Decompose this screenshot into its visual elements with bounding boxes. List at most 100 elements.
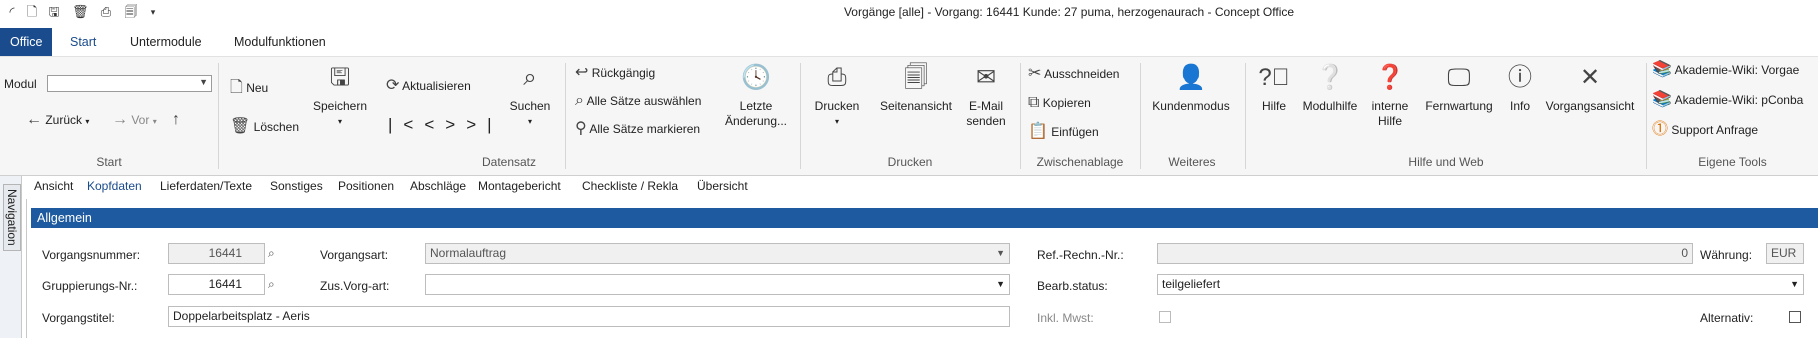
zusvorgart-select[interactable]: ▼ (425, 274, 1010, 295)
modul-select[interactable]: ▼ (47, 75, 212, 92)
paste-button[interactable]: 📋 Einfügen (1028, 123, 1099, 141)
tab-uebersicht[interactable]: Übersicht (697, 179, 748, 193)
info-label: Info (1509, 99, 1530, 113)
title-bar: ◜ 🗋 🖫 🗑 ⎙ 🗐 ▾ Vorgänge [alle] - Vorgang:… (0, 0, 1818, 24)
tab-sonstiges[interactable]: Sonstiges (270, 179, 323, 193)
ribbon-separator (218, 63, 219, 169)
tab-kopfdaten[interactable]: Kopfdaten (87, 179, 142, 193)
navigation-toggle[interactable]: Navigation (3, 184, 21, 251)
up-button[interactable]: ↑ (172, 111, 180, 129)
gruppierung-field[interactable]: 16441 (168, 274, 265, 295)
tab-start[interactable]: Start (60, 28, 106, 56)
refresh-button[interactable]: ⟳ Aktualisieren (386, 77, 471, 95)
arrow-right-icon: → (112, 111, 128, 128)
tab-untermodule[interactable]: Untermodule (120, 28, 212, 56)
books-icon: 📚 (1652, 91, 1672, 108)
bearbstatus-select[interactable]: teilgeliefert ▼ (1157, 274, 1804, 295)
clipboard-icon: 📋 (1028, 123, 1048, 140)
zusvorgart-label: Zus.Vorg-art: (320, 279, 390, 293)
vorgangsnummer-field[interactable]: 16441 (168, 243, 265, 264)
internal-help-button[interactable]: ❓ interne Hilfe (1364, 63, 1416, 129)
remote-button[interactable]: 🖵 Fernwartung (1416, 63, 1502, 114)
print-label: Drucken (814, 99, 860, 113)
support-button[interactable]: ⓵ Support Anfrage (1652, 121, 1758, 139)
chevron-down-icon: ▾ (152, 117, 157, 126)
wiki1-button[interactable]: 📚 Akademie-Wiki: Vorgae (1652, 61, 1799, 79)
wiki2-button[interactable]: 📚 Akademie-Wiki: pConba (1652, 91, 1803, 109)
tab-montagebericht[interactable]: Montagebericht (478, 179, 561, 193)
wiki2-label: Akademie-Wiki: pConba (1674, 93, 1804, 107)
chevron-down-icon: ▼ (199, 77, 208, 87)
tab-ansicht[interactable]: Ansicht (34, 179, 73, 193)
tab-positionen[interactable]: Positionen (338, 179, 394, 193)
module-help-button[interactable]: ❔ Modulhilfe (1296, 63, 1364, 114)
tab-lieferdaten[interactable]: Lieferdaten/Texte (160, 179, 252, 193)
search-button[interactable]: ⌕ Suchen ▾ (500, 63, 560, 129)
info-button[interactable]: ⓘ Info (1500, 63, 1540, 114)
monitor-icon: 🖵 (1447, 64, 1471, 91)
next-record-icon[interactable]: > (445, 115, 466, 134)
vorgangsart-select[interactable]: Normalauftrag ▼ (425, 243, 1010, 264)
tab-office[interactable]: Office (0, 28, 52, 56)
document-clock-icon: 🕓 (741, 64, 771, 91)
tab-modulfunktionen[interactable]: Modulfunktionen (224, 28, 336, 56)
help-document-icon: ❓ (1375, 64, 1405, 91)
new-button[interactable]: 🗋 Neu (230, 79, 268, 97)
undo-button[interactable]: ↩ Rückgängig (575, 64, 655, 82)
binoculars-icon[interactable]: ⌕ (268, 246, 275, 261)
alternativ-label: Alternativ: (1700, 311, 1754, 325)
gruppierung-label: Gruppierungs-Nr.: (42, 279, 138, 293)
alternativ-checkbox[interactable] (1789, 311, 1801, 323)
email-button[interactable]: ✉ E-Mail senden (956, 63, 1016, 129)
books-icon: 📚 (1652, 61, 1672, 78)
cut-button[interactable]: ✂ Ausschneiden (1028, 65, 1119, 83)
mark-all-button[interactable]: ⚲ Alle Sätze markieren (575, 120, 700, 138)
group-label-datensatz: Datensatz (481, 155, 537, 169)
save-button[interactable]: 🖫 Speichern ▾ (310, 63, 370, 129)
refrechn-field[interactable]: 0 (1157, 243, 1693, 264)
refrechn-label: Ref.-Rechn.-Nr.: (1037, 248, 1124, 262)
vorgangstitel-field[interactable]: Doppelarbeitsplatz - Aeris (168, 306, 1010, 327)
ribbon-separator (1020, 63, 1021, 169)
last-changes-button[interactable]: 🕓 Letzte Änderung... (722, 63, 790, 129)
bearbstatus-value: teilgeliefert (1162, 277, 1221, 291)
window-title: Vorgänge [alle] - Vorgang: 16441 Kunde: … (843, 5, 1295, 19)
ribbon-separator (1646, 63, 1647, 169)
save-label: Speichern (312, 99, 368, 113)
arrow-up-icon: ↑ (172, 111, 180, 128)
section-header-allgemein[interactable]: Allgemein (31, 208, 1818, 228)
binoculars-icon[interactable]: ⌕ (268, 277, 275, 292)
tab-checkliste[interactable]: Checkliste / Rekla (582, 179, 678, 193)
question-circle-icon: ?⃝ (1258, 64, 1290, 91)
select-all-button[interactable]: ⌕ Alle Sätze auswählen (575, 92, 701, 110)
print-button[interactable]: ⎙ Drucken ▾ (808, 63, 866, 129)
tab-abschlaege[interactable]: Abschläge (410, 179, 466, 193)
help-button[interactable]: ?⃝ Hilfe (1252, 63, 1296, 114)
module-help-label: Modulhilfe (1302, 99, 1358, 113)
chevron-down-icon: ▾ (527, 117, 532, 126)
printer-icon: ⎙ (827, 64, 847, 91)
trash-icon: 🗑 (230, 118, 251, 135)
delete-button[interactable]: 🗑 Löschen (230, 118, 299, 136)
arrows-icon: ✕ (1579, 64, 1601, 91)
help-window-icon: ❔ (1315, 64, 1345, 91)
select-all-label: Alle Sätze auswählen (586, 94, 702, 108)
first-record-icon[interactable]: |< (388, 115, 424, 134)
back-button[interactable]: ← Zurück ▾ (26, 111, 89, 129)
copy-button[interactable]: ⧉ Kopieren (1028, 94, 1091, 112)
process-view-button[interactable]: ✕ Vorgangsansicht (1540, 63, 1640, 114)
envelope-icon: ✉ (975, 64, 997, 91)
last-record-icon[interactable]: >| (466, 115, 502, 134)
inklmwst-checkbox[interactable] (1159, 311, 1171, 323)
customer-mode-button[interactable]: 👤 Kundenmodus (1146, 63, 1236, 114)
mark-all-label: Alle Sätze markieren (589, 122, 701, 136)
forward-button[interactable]: → Vor ▾ (112, 111, 157, 129)
ribbon-separator (1245, 63, 1246, 169)
preview-label: Seitenansicht (879, 99, 953, 113)
page-magnifier-icon: 🗐 (904, 64, 928, 91)
prev-record-icon[interactable]: < (424, 115, 445, 134)
ribbon-separator (800, 63, 801, 169)
group-label-drucken: Drucken (887, 155, 933, 169)
waehrung-field[interactable]: EUR (1766, 243, 1804, 264)
preview-button[interactable]: 🗐 Seitenansicht (872, 63, 960, 114)
